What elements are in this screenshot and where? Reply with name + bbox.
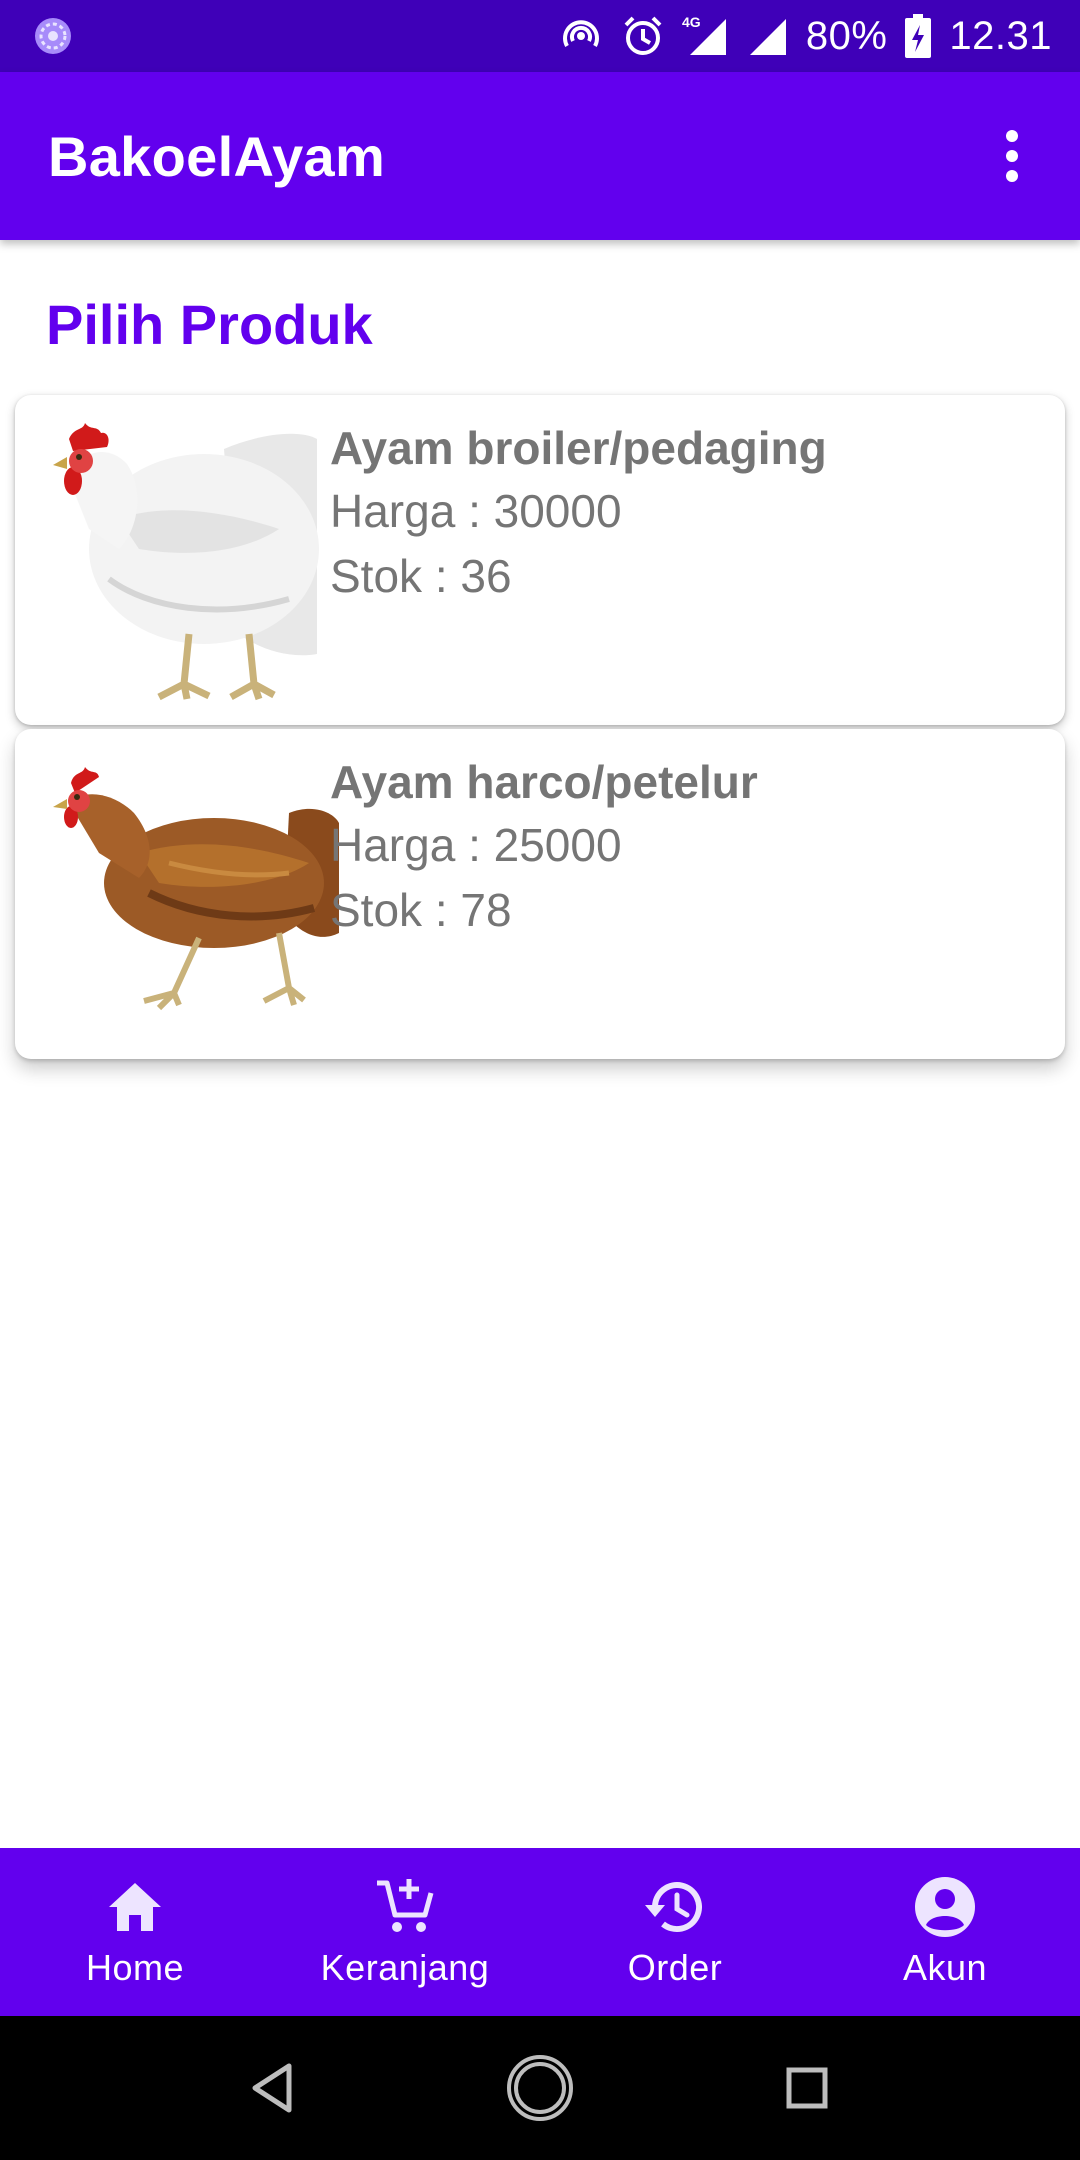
nav-label-order: Order — [627, 1947, 723, 1988]
product-card[interactable]: Ayam broiler/pedaging Harga : 30000 Stok… — [15, 395, 1065, 725]
product-price: Harga : 30000 — [330, 485, 622, 537]
nav-item-home[interactable]: Home — [0, 1848, 270, 2016]
main-content: Pilih Produk Ayam broiler/pedaging Harga… — [0, 240, 1080, 1848]
more-vert-icon — [1006, 130, 1018, 182]
alarm-icon — [620, 13, 666, 59]
signal-4g-icon: 4G — [682, 13, 728, 59]
recents-button[interactable] — [757, 2038, 857, 2138]
clock: 12.31 — [949, 13, 1052, 58]
more-options-button[interactable] — [976, 108, 1048, 204]
history-icon — [643, 1875, 707, 1939]
nav-item-akun[interactable]: Akun — [810, 1848, 1080, 2016]
product-name: Ayam harco/petelur — [330, 756, 758, 808]
nav-label-home: Home — [85, 1947, 185, 1988]
hotspot-icon — [558, 13, 604, 59]
recents-icon — [786, 2067, 828, 2109]
nav-item-keranjang[interactable]: Keranjang — [270, 1848, 540, 2016]
product-card[interactable]: Ayam harco/petelur Harga : 25000 Stok : … — [15, 729, 1065, 1059]
nav-label-keranjang: Keranjang — [320, 1947, 490, 1988]
bottom-navigation: Home Keranjang Order Akun — [0, 1848, 1080, 2016]
nav-item-order[interactable]: Order — [540, 1848, 810, 2016]
product-info: Ayam harco/petelur Harga : 25000 Stok : … — [330, 751, 758, 943]
status-bar: 4G 80% 12.31 — [0, 0, 1080, 72]
battery-charging-icon — [903, 13, 933, 59]
product-list: Ayam broiler/pedaging Harga : 30000 Stok… — [15, 395, 1065, 1063]
app-bar: BakoelAyam — [0, 72, 1080, 240]
home-system-button[interactable] — [490, 2038, 590, 2138]
home-icon — [103, 1875, 167, 1939]
system-navigation-bar — [0, 2016, 1080, 2160]
white-chicken-image — [49, 409, 339, 709]
app-title: BakoelAyam — [48, 124, 386, 188]
product-info: Ayam broiler/pedaging Harga : 30000 Stok… — [330, 417, 827, 609]
add-cart-icon — [373, 1875, 437, 1939]
nav-label-akun: Akun — [902, 1947, 988, 1988]
account-icon — [913, 1875, 977, 1939]
back-button[interactable] — [223, 2038, 323, 2138]
battery-percentage: 80% — [805, 13, 888, 58]
brown-hen-image — [49, 743, 339, 1043]
product-stock: Stok : 36 — [330, 550, 512, 602]
network-type-label: 4G — [682, 14, 701, 30]
product-price: Harga : 25000 — [330, 819, 622, 871]
home-circle-icon — [506, 2055, 573, 2121]
product-stock: Stok : 78 — [330, 884, 512, 936]
back-icon — [252, 2063, 292, 2113]
signal-icon — [744, 13, 790, 59]
notification-icon — [32, 15, 74, 57]
section-title: Pilih Produk — [46, 293, 373, 356]
product-name: Ayam broiler/pedaging — [330, 422, 827, 474]
app-screen: 4G 80% 12.31 BakoelAyam Pilih Produk Aya… — [0, 0, 1080, 2160]
